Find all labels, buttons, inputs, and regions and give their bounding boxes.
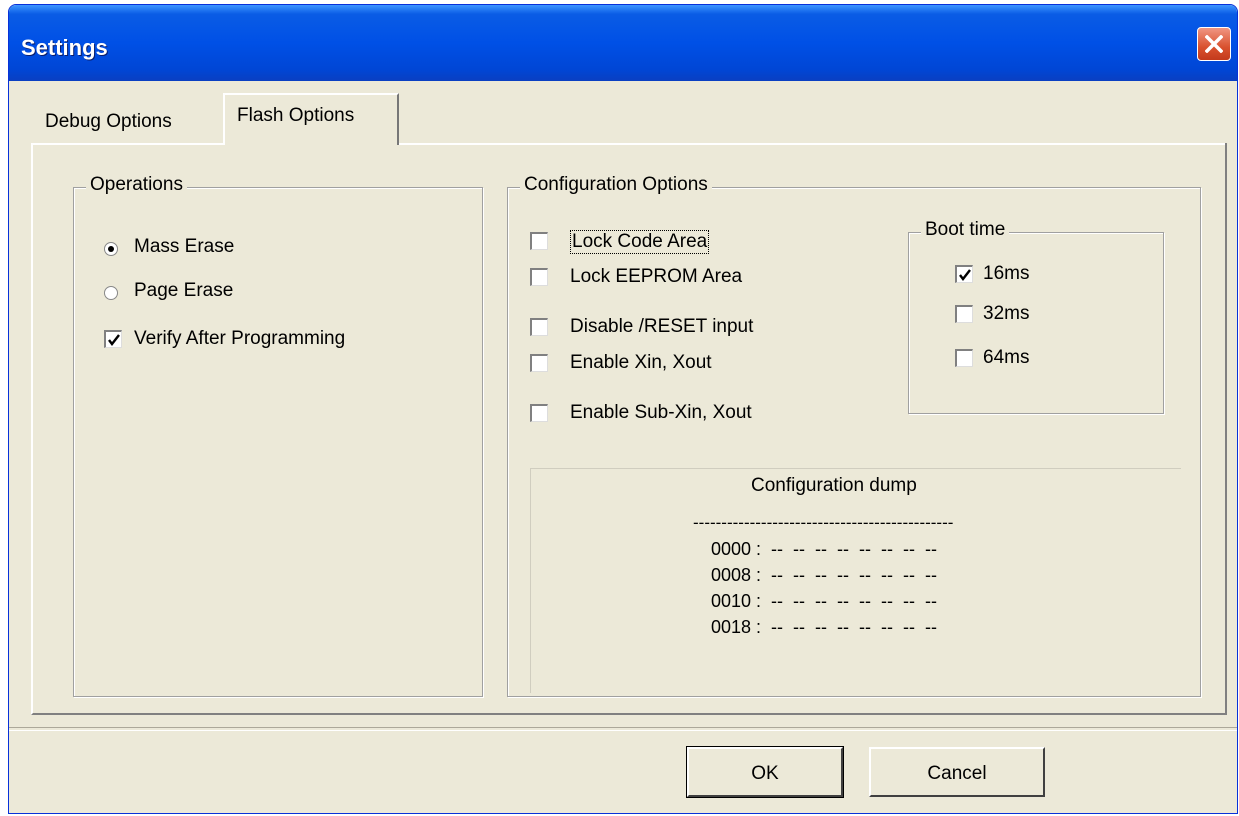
window-title: Settings xyxy=(21,35,108,60)
checkbox-checked-icon xyxy=(955,265,973,283)
cancel-button[interactable]: Cancel xyxy=(869,747,1045,797)
configuration-dump-box: Configuration dump ---------------------… xyxy=(530,468,1181,693)
operations-legend: Operations xyxy=(86,174,187,196)
checkbox-icon xyxy=(530,318,548,336)
configuration-options-legend: Configuration Options xyxy=(520,174,712,196)
close-button[interactable] xyxy=(1197,27,1231,61)
dump-row: 0008 : -- -- -- -- -- -- -- -- xyxy=(711,565,937,585)
checkbox-icon xyxy=(955,349,973,367)
dump-row: 0010 : -- -- -- -- -- -- -- -- xyxy=(711,591,937,611)
radio-unselected-icon xyxy=(104,286,118,300)
ok-button[interactable]: OK xyxy=(686,746,844,798)
dump-row: 0018 : -- -- -- -- -- -- -- -- xyxy=(711,617,937,637)
checkbox-icon xyxy=(530,232,548,250)
footer-separator xyxy=(9,727,1237,731)
checkbox-icon xyxy=(955,305,973,323)
boot-time-group: Boot time 16ms 32ms 64ms xyxy=(908,219,1164,414)
checkbox-icon xyxy=(530,354,548,372)
radio-selected-icon xyxy=(104,242,118,256)
tab-flash-options[interactable]: Flash Options xyxy=(223,93,399,145)
close-icon xyxy=(1205,35,1223,53)
title-bar[interactable]: Settings xyxy=(9,5,1237,81)
configuration-dump-separator: ----------------------------------------… xyxy=(693,513,954,532)
checkbox-icon xyxy=(530,404,548,422)
tab-panel-flash-options: Operations Mass Erase Page Erase Verify … xyxy=(31,143,1227,715)
boot-time-legend: Boot time xyxy=(921,219,1010,241)
configuration-dump-title: Configuration dump xyxy=(751,475,917,496)
settings-dialog: Settings Debug Options Flash Options Ope… xyxy=(8,4,1238,814)
checkbox-checked-icon xyxy=(104,330,122,348)
tab-debug-options[interactable]: Debug Options xyxy=(45,111,172,133)
operations-group: Operations Mass Erase Page Erase Verify … xyxy=(73,174,483,697)
checkbox-icon xyxy=(530,268,548,286)
dump-row: 0000 : -- -- -- -- -- -- -- -- xyxy=(711,539,937,559)
tab-flash-options-label: Flash Options xyxy=(237,105,355,126)
configuration-options-group: Configuration Options Lock Code Area Loc… xyxy=(507,174,1201,697)
